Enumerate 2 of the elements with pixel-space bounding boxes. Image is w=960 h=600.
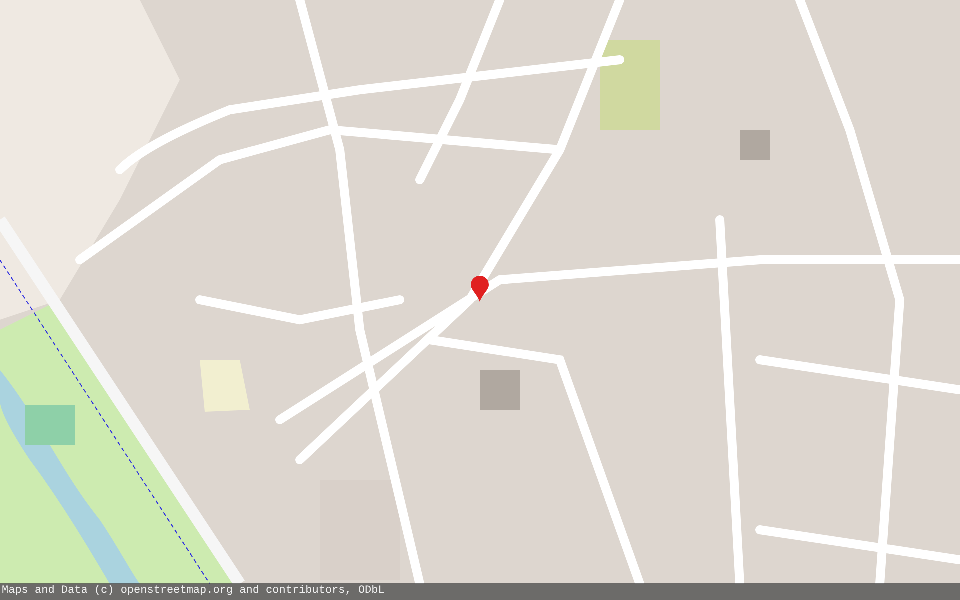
map-pin-icon[interactable] [471,276,489,302]
attribution-text: Maps and Data (c) openstreetmap.org and contributors, ODbL [2,584,385,600]
